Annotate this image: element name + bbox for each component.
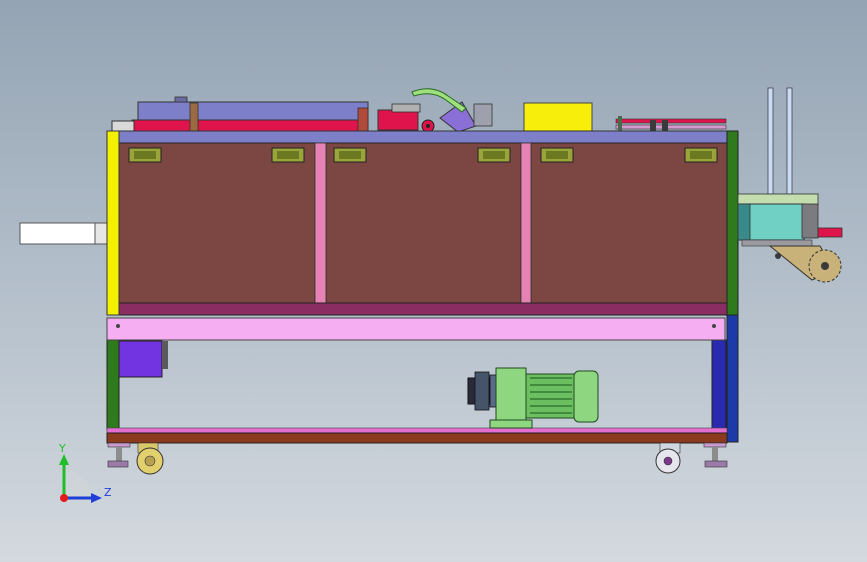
top-plate[interactable]: [106, 130, 730, 144]
axis-y-label: Y: [59, 442, 66, 455]
base-rail[interactable]: [106, 427, 728, 444]
cabinet-panels[interactable]: [118, 142, 728, 316]
right-top-rail[interactable]: [615, 116, 727, 131]
upper-feed-assembly[interactable]: [111, 96, 369, 133]
drive-motor[interactable]: [467, 367, 599, 429]
coordinate-triad-icon: [59, 454, 102, 503]
yellow-control-box[interactable]: [523, 102, 593, 132]
axis-z-label: Z: [104, 486, 112, 499]
lower-left-bracket[interactable]: [118, 340, 163, 378]
inlet-tube[interactable]: [19, 222, 108, 245]
cad-model-drawing[interactable]: [0, 0, 867, 562]
casters[interactable]: [136, 442, 681, 475]
center-mechanism[interactable]: [377, 88, 493, 133]
cad-viewport[interactable]: Y Z: [0, 0, 867, 562]
middle-rail[interactable]: [106, 317, 726, 341]
machine-feet[interactable]: [107, 442, 728, 468]
right-outlet-mechanism[interactable]: [737, 87, 843, 283]
